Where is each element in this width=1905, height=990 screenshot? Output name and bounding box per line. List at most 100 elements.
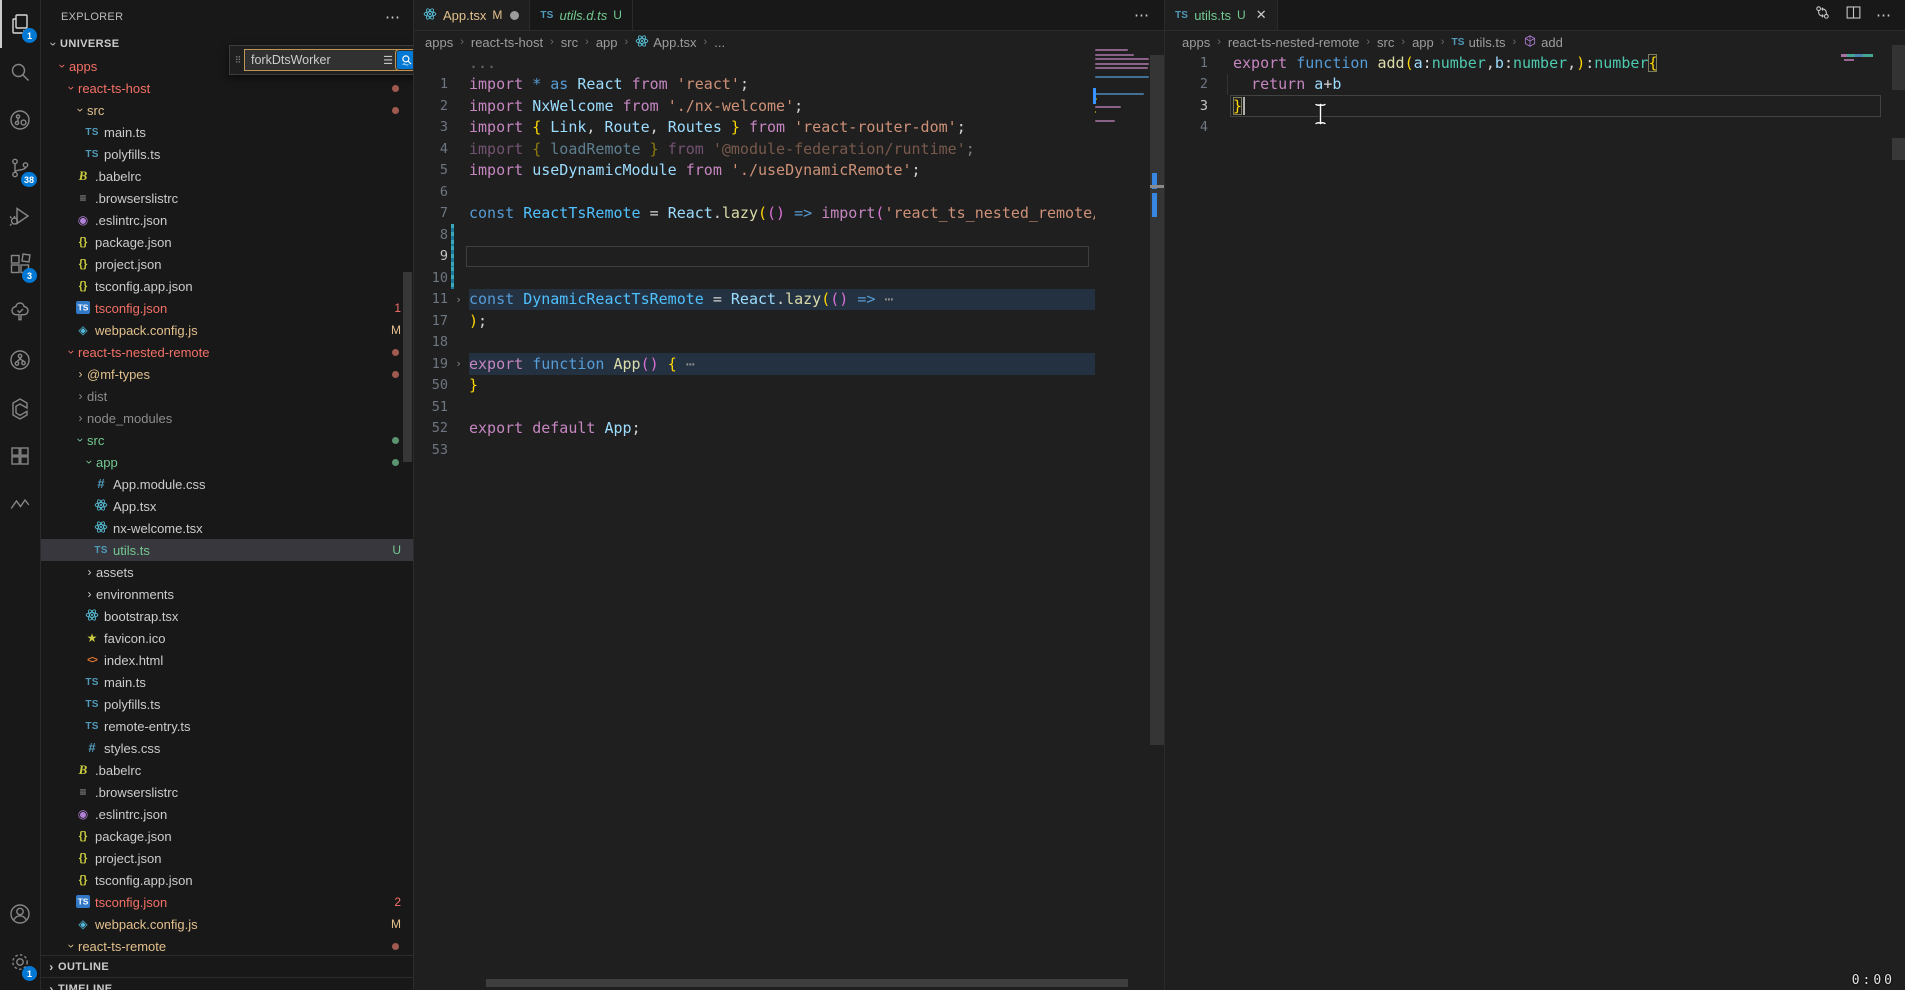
tree-item-index.html[interactable]: <>index.html bbox=[41, 649, 413, 671]
tab-App.tsx[interactable]: App.tsxM bbox=[413, 0, 530, 30]
code-line-6[interactable]: 6 bbox=[413, 181, 1095, 203]
code-line-1[interactable]: 1export function add(a:number,b:number,)… bbox=[1165, 52, 1891, 74]
code-line-19[interactable]: 19›export function App() { ⋯ bbox=[413, 353, 1095, 375]
tree-item-tsconfig.json[interactable]: TStsconfig.json2 bbox=[41, 891, 413, 913]
breadcrumb-apps[interactable]: apps bbox=[1182, 35, 1210, 50]
tree-item-project.json[interactable]: {}project.json bbox=[41, 253, 413, 275]
left-editor-more-actions-button[interactable]: ⋯ bbox=[1134, 6, 1150, 24]
tree-item-App.module.css[interactable]: #App.module.css bbox=[41, 473, 413, 495]
fold-chevron-icon[interactable]: › bbox=[448, 293, 469, 306]
tree-item-polyfills.ts[interactable]: TSpolyfills.ts bbox=[41, 143, 413, 165]
activity-bar-item-nx-console[interactable] bbox=[0, 384, 40, 432]
tab-utils.ts[interactable]: TSutils.tsU✕ bbox=[1165, 0, 1278, 30]
tree-item-react-ts-host[interactable]: ›react-ts-host bbox=[41, 77, 413, 99]
tree-item-nx-welcome.tsx[interactable]: nx-welcome.tsx bbox=[41, 517, 413, 539]
tree-item-main.ts[interactable]: TSmain.ts bbox=[41, 671, 413, 693]
tree-item-polyfills.ts[interactable]: TSpolyfills.ts bbox=[41, 693, 413, 715]
fold-chevron-icon[interactable]: › bbox=[448, 357, 469, 370]
breadcrumb-App.tsx[interactable]: App.tsx bbox=[635, 34, 696, 51]
activity-bar-item-remote-explorer[interactable] bbox=[0, 96, 40, 144]
tree-item-main.ts[interactable]: TSmain.ts bbox=[41, 121, 413, 143]
tree-item-.browserslistrc[interactable]: ≡.browserslistrc bbox=[41, 781, 413, 803]
breadcrumb-src[interactable]: src bbox=[561, 35, 578, 50]
activity-bar-item-testing-tree[interactable] bbox=[0, 288, 40, 336]
left-horizontal-scrollbar[interactable] bbox=[486, 979, 1128, 987]
tree-item-tsconfig.app.json[interactable]: {}tsconfig.app.json bbox=[41, 869, 413, 891]
close-icon[interactable]: ✕ bbox=[1256, 7, 1267, 23]
code-line-4[interactable]: 4 bbox=[1165, 117, 1891, 139]
tree-item-src[interactable]: ›src bbox=[41, 429, 413, 451]
activity-bar-item-extensions[interactable]: 3 bbox=[0, 240, 40, 288]
tree-item-tsconfig.app.json[interactable]: {}tsconfig.app.json bbox=[41, 275, 413, 297]
activity-bar-item-wave-tool[interactable] bbox=[0, 480, 40, 528]
activity-bar-item-accounts[interactable] bbox=[0, 890, 40, 938]
activity-bar-item-git-graph[interactable] bbox=[0, 336, 40, 384]
compare-button[interactable] bbox=[1814, 4, 1831, 26]
code-line-50[interactable]: 50} bbox=[413, 375, 1095, 397]
right-vertical-scrollbar[interactable] bbox=[1892, 45, 1905, 90]
tree-item-favicon.ico[interactable]: ★favicon.ico bbox=[41, 627, 413, 649]
tree-item-.babelrc[interactable]: B.babelrc bbox=[41, 165, 413, 187]
breadcrumb-add[interactable]: add bbox=[1523, 34, 1563, 51]
tree-item-utils.ts[interactable]: TSutils.tsU bbox=[41, 539, 413, 561]
tree-item-.browserslistrc[interactable]: ≡.browserslistrc bbox=[41, 187, 413, 209]
right-code-editor[interactable]: 1export function add(a:number,b:number,)… bbox=[1165, 52, 1891, 990]
activity-bar-item-explorer[interactable]: 1 bbox=[0, 0, 40, 48]
activity-bar-item-grid-tool[interactable] bbox=[0, 432, 40, 480]
code-line-17[interactable]: 17); bbox=[413, 310, 1095, 332]
tree-item-App.tsx[interactable]: App.tsx bbox=[41, 495, 413, 517]
fuzzy-search-toggle[interactable] bbox=[397, 51, 414, 69]
breadcrumb-react-ts-nested-remote[interactable]: react-ts-nested-remote bbox=[1228, 35, 1360, 50]
right-editor-more-actions-button[interactable]: ⋯ bbox=[1876, 6, 1892, 24]
tree-item-package.json[interactable]: {}package.json bbox=[41, 231, 413, 253]
tree-item-react-ts-nested-remote[interactable]: ›react-ts-nested-remote bbox=[41, 341, 413, 363]
tree-item-node_modules[interactable]: ›node_modules bbox=[41, 407, 413, 429]
breadcrumb-utils.ts[interactable]: TSutils.ts bbox=[1451, 35, 1505, 50]
code-line-18[interactable]: 18 bbox=[413, 332, 1095, 354]
code-line-51[interactable]: 51 bbox=[413, 396, 1095, 418]
find-widget-grip[interactable]: ⠿ bbox=[232, 58, 244, 62]
tree-item-package.json[interactable]: {}package.json bbox=[41, 825, 413, 847]
code-line-3[interactable]: 3import { Link, Route, Routes } from 're… bbox=[413, 117, 1095, 139]
dirty-indicator-icon[interactable] bbox=[510, 11, 519, 20]
code-line-8[interactable]: 8 bbox=[413, 224, 1095, 246]
tree-item-environments[interactable]: ›environments bbox=[41, 583, 413, 605]
tree-scrollbar[interactable] bbox=[403, 272, 412, 462]
tree-item-project.json[interactable]: {}project.json bbox=[41, 847, 413, 869]
activity-bar-item-settings[interactable]: 1 bbox=[0, 938, 40, 986]
code-line-9[interactable]: 9 bbox=[413, 246, 1095, 268]
tree-item-webpack.config.js[interactable]: ◈webpack.config.jsM bbox=[41, 319, 413, 341]
tree-item-.babelrc[interactable]: B.babelrc bbox=[41, 759, 413, 781]
tree-item-dist[interactable]: ›dist bbox=[41, 385, 413, 407]
code-line-2[interactable]: 2import NxWelcome from './nx-welcome'; bbox=[413, 95, 1095, 117]
code-line-3[interactable]: 3} bbox=[1165, 95, 1891, 117]
code-line-1[interactable]: 1import * as React from 'react'; bbox=[413, 74, 1095, 96]
tree-item-styles.css[interactable]: #styles.css bbox=[41, 737, 413, 759]
activity-bar-item-search[interactable] bbox=[0, 48, 40, 96]
code-line-4[interactable]: 4import { loadRemote } from '@module-fed… bbox=[413, 138, 1095, 160]
activity-bar-item-source-control[interactable]: 38 bbox=[0, 144, 40, 192]
code-line-7[interactable]: 7const ReactTsRemote = React.lazy(() => … bbox=[413, 203, 1095, 225]
breadcrumb-...[interactable]: ... bbox=[714, 35, 725, 50]
explorer-more-actions-button[interactable]: ⋯ bbox=[385, 8, 401, 26]
tree-item-.eslintrc.json[interactable]: ◉.eslintrc.json bbox=[41, 209, 413, 231]
split-button[interactable] bbox=[1845, 4, 1862, 26]
tree-item-@mf-types[interactable]: ›@mf-types bbox=[41, 363, 413, 385]
tree-item-bootstrap.tsx[interactable]: bootstrap.tsx bbox=[41, 605, 413, 627]
code-line-5[interactable]: 5import useDynamicModule from './useDyna… bbox=[413, 160, 1095, 182]
breadcrumb-src[interactable]: src bbox=[1377, 35, 1394, 50]
left-vertical-scrollbar[interactable] bbox=[1150, 55, 1164, 745]
tree-item-remote-entry.ts[interactable]: TSremote-entry.ts bbox=[41, 715, 413, 737]
minimap[interactable] bbox=[1095, 45, 1150, 245]
left-code-editor[interactable]: ...1import * as React from 'react';2impo… bbox=[413, 52, 1095, 990]
outline-section[interactable]: › OUTLINE bbox=[41, 955, 413, 978]
code-line-53[interactable]: 53 bbox=[413, 439, 1095, 461]
code-line-10[interactable]: 10 bbox=[413, 267, 1095, 289]
tree-item-assets[interactable]: ›assets bbox=[41, 561, 413, 583]
tree-item-.eslintrc.json[interactable]: ◉.eslintrc.json bbox=[41, 803, 413, 825]
code-line-fold-hint[interactable]: ... bbox=[413, 52, 1095, 74]
tree-item-react-ts-remote[interactable]: ›react-ts-remote bbox=[41, 935, 413, 957]
tree-item-tsconfig.json[interactable]: TStsconfig.json1 bbox=[41, 297, 413, 319]
tab-utils.d.ts[interactable]: TSutils.d.tsU bbox=[530, 0, 633, 30]
code-line-52[interactable]: 52export default App; bbox=[413, 418, 1095, 440]
